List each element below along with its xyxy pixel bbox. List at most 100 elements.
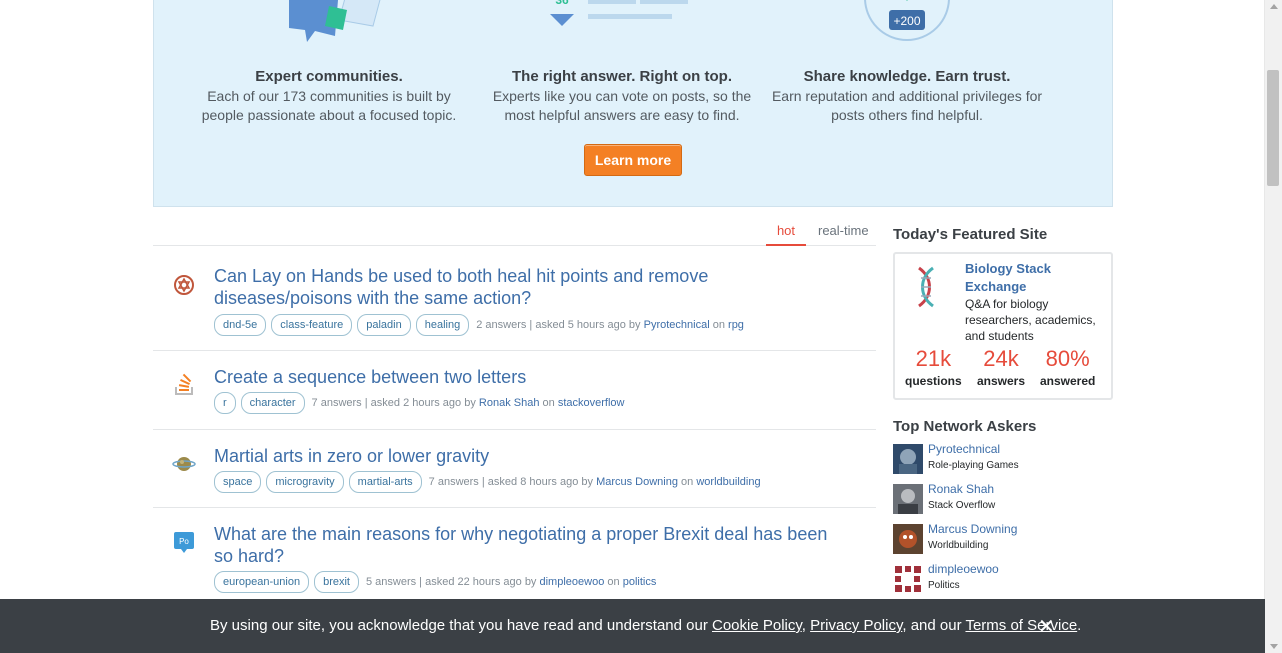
communities-illustration: [289, 0, 381, 42]
on-label: on: [712, 319, 725, 331]
rpg-site-icon[interactable]: [172, 273, 196, 297]
cookie-prefix: By using our site, you acknowledge that …: [210, 617, 712, 634]
asked-time: asked 22 hours ago: [425, 576, 522, 588]
feature-communities: Expert communities. Each of our 173 comm…: [189, 68, 469, 125]
site-link[interactable]: rpg: [728, 319, 744, 331]
feature-title: The right answer. Right on top.: [512, 68, 732, 85]
tag[interactable]: paladin: [357, 314, 411, 336]
scrollbar-thumb[interactable]: [1267, 70, 1279, 186]
question-item: Can Lay on Hands be used to both heal hi…: [153, 246, 876, 351]
worldbuilding-site-icon[interactable]: [172, 452, 196, 476]
stat-number: 21k: [915, 346, 952, 371]
scroll-up-icon[interactable]: [1270, 4, 1278, 9]
tag[interactable]: healing: [415, 314, 470, 336]
avatar[interactable]: [893, 484, 923, 514]
question-filter-tabs: hot real-time: [153, 218, 876, 246]
sidebar: Today's Featured Site Biology Stack Exch…: [893, 226, 1113, 594]
answer-count: 7 answers: [311, 397, 362, 409]
rep-badge: +200: [893, 14, 920, 28]
user-link[interactable]: Ronak Shah: [479, 397, 540, 409]
asker-site: Worldbuilding: [928, 540, 989, 551]
question-meta: dnd-5e class-feature paladin healing 2 a…: [214, 314, 744, 336]
on-label: on: [681, 476, 694, 488]
asker-site: Politics: [928, 580, 960, 591]
site-link[interactable]: worldbuilding: [696, 476, 760, 488]
asked-time: asked 2 hours ago: [370, 397, 462, 409]
top-askers-heading: Top Network Askers: [893, 418, 1037, 435]
feature-text: Each of our 173 communities is built by …: [201, 88, 457, 123]
featured-site-heading: Today's Featured Site: [893, 226, 1048, 243]
tag[interactable]: character: [240, 392, 305, 414]
tag[interactable]: brexit: [314, 571, 359, 593]
tag[interactable]: dnd-5e: [214, 314, 267, 336]
privacy-policy-link[interactable]: Privacy Policy: [810, 617, 902, 634]
question-stats: 2 answers | asked 5 hours ago by Pyrotec…: [476, 319, 744, 331]
user-link[interactable]: dimpleoewoo: [540, 576, 605, 588]
politics-site-icon[interactable]: Po: [172, 530, 196, 554]
scroll-down-icon[interactable]: [1270, 644, 1278, 649]
tab-real-time[interactable]: real-time: [818, 223, 869, 238]
page-scrollbar[interactable]: [1264, 0, 1282, 653]
cookie-policy-link[interactable]: Cookie Policy: [712, 617, 802, 634]
asker-name-link[interactable]: Ronak Shah: [928, 482, 994, 496]
asker-item: Marcus Downing Worldbuilding: [893, 522, 1113, 554]
asker-site: Stack Overflow: [928, 500, 996, 511]
tag[interactable]: r: [214, 392, 236, 414]
tag[interactable]: microgravity: [266, 471, 344, 493]
stat-questions: 21k questions: [905, 346, 962, 390]
by-label: by: [524, 576, 537, 588]
feature-text: Experts like you can vote on posts, so t…: [492, 88, 752, 123]
biology-logo-icon[interactable]: [911, 266, 941, 308]
tag[interactable]: martial-arts: [348, 471, 422, 493]
user-link[interactable]: Pyrotechnical: [644, 319, 710, 331]
asked-time: asked 8 hours ago: [487, 476, 579, 488]
tag[interactable]: space: [214, 471, 262, 493]
avatar[interactable]: [893, 444, 923, 474]
feature-share-knowledge: Share knowledge. Earn trust. Earn reputa…: [767, 68, 1047, 125]
stat-label: questions: [905, 374, 962, 388]
question-title-link[interactable]: Create a sequence between two letters: [214, 366, 834, 388]
stat-label: answered: [1040, 374, 1096, 388]
asker-site: Role-playing Games: [928, 460, 1019, 471]
vote-count: 36: [555, 0, 569, 7]
featured-site-name-link[interactable]: Biology Stack Exchange: [965, 260, 1095, 296]
stat-answers: 24k answers: [977, 346, 1025, 390]
question-item: Po What are the main reasons for why neg…: [153, 508, 876, 609]
close-icon[interactable]: ✕: [1038, 614, 1055, 639]
avatar[interactable]: [893, 564, 923, 594]
on-label: on: [607, 576, 620, 588]
answer-count: 2 answers: [476, 319, 527, 331]
tag[interactable]: class-feature: [271, 314, 353, 336]
hero-panel: 36 +200 Expert communities. Each of our …: [153, 0, 1113, 207]
question-title-link[interactable]: Martial arts in zero or lower gravity: [214, 445, 834, 467]
tab-hot[interactable]: hot: [766, 223, 806, 246]
learn-more-button[interactable]: Learn more: [584, 144, 682, 176]
question-title-link[interactable]: Can Lay on Hands be used to both heal hi…: [214, 265, 834, 309]
stackoverflow-site-icon[interactable]: [172, 373, 196, 397]
asker-name-link[interactable]: Marcus Downing: [928, 522, 1017, 536]
asker-name-link[interactable]: dimpleoewoo: [928, 562, 999, 576]
asker-name-link[interactable]: Pyrotechnical: [928, 442, 1000, 456]
user-link[interactable]: Marcus Downing: [596, 476, 678, 488]
site-link[interactable]: politics: [623, 576, 657, 588]
question-meta: r character 7 answers | asked 2 hours ag…: [214, 392, 624, 414]
featured-site-card: Biology Stack Exchange Q&A for biology r…: [893, 252, 1113, 400]
site-link[interactable]: stackoverflow: [558, 397, 625, 409]
cookie-message: By using our site, you acknowledge that …: [210, 617, 1081, 634]
answer-count: 5 answers: [365, 576, 417, 588]
vote-illustration: 36: [550, 0, 688, 26]
question-item: Create a sequence between two letters r …: [153, 351, 876, 430]
question-item: Martial arts in zero or lower gravity sp…: [153, 430, 876, 508]
avatar[interactable]: [893, 524, 923, 554]
question-title-link[interactable]: What are the main reasons for why negoti…: [214, 523, 834, 567]
tag[interactable]: european-union: [214, 571, 310, 593]
by-label: by: [464, 397, 476, 409]
asker-item: Ronak Shah Stack Overflow: [893, 482, 1113, 514]
feature-text: Earn reputation and additional privilege…: [771, 88, 1043, 123]
terms-of-service-link[interactable]: Terms of Service: [965, 617, 1077, 634]
question-meta: european-union brexit 5 answers | asked …: [214, 571, 656, 593]
asked-time: asked 5 hours ago: [535, 319, 626, 331]
feature-right-answer: The right answer. Right on top. Experts …: [482, 68, 762, 125]
question-stats: 7 answers | asked 2 hours ago by Ronak S…: [311, 397, 625, 409]
cookie-suffix: .: [1077, 617, 1082, 634]
